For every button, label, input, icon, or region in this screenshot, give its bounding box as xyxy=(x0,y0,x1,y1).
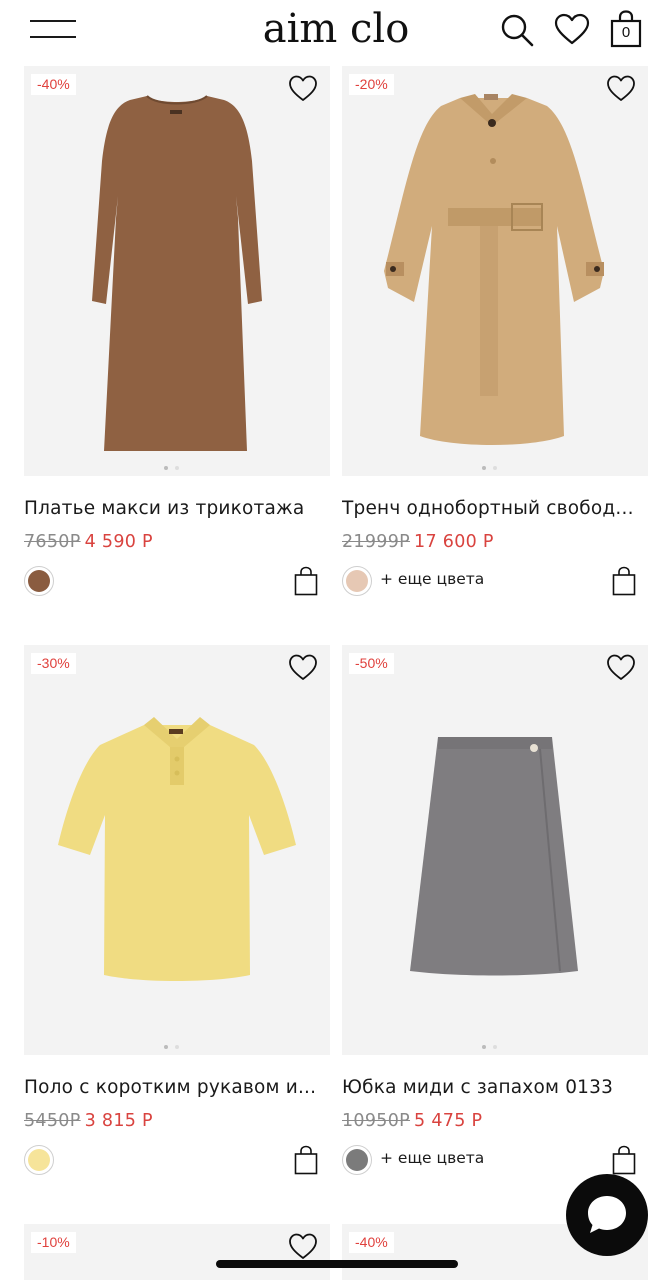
product-title[interactable]: Юбка миди с запахом 0133 xyxy=(342,1077,648,1098)
heart-icon[interactable] xyxy=(288,653,318,681)
image-pagination xyxy=(164,466,190,470)
image-pagination xyxy=(482,1045,508,1049)
dress-illustration xyxy=(92,95,262,451)
add-to-cart-icon[interactable] xyxy=(294,566,318,596)
sale-price: 4 590 Р xyxy=(84,532,153,552)
discount-badge: -40% xyxy=(349,1232,394,1253)
image-pagination xyxy=(482,466,508,470)
add-to-cart-icon[interactable] xyxy=(294,1145,318,1175)
add-to-cart-icon[interactable] xyxy=(612,1145,636,1175)
heart-icon[interactable] xyxy=(554,12,590,48)
product-price: 5450Р 3 815 Р xyxy=(24,1111,153,1131)
color-swatch[interactable] xyxy=(342,566,372,596)
heart-icon[interactable] xyxy=(606,74,636,102)
old-price: 7650Р xyxy=(24,532,81,552)
more-colors-link[interactable]: + еще цвета xyxy=(380,1149,484,1167)
product-image[interactable]: -30% xyxy=(24,645,330,1055)
search-icon[interactable] xyxy=(499,12,535,48)
product-image[interactable]: -50% xyxy=(342,645,648,1055)
old-price: 5450Р xyxy=(24,1111,81,1131)
color-swatch[interactable] xyxy=(24,566,54,596)
app-header: aim clo 0 xyxy=(0,0,672,60)
shopping-bag-icon[interactable]: 0 xyxy=(609,10,645,48)
discount-badge: -20% xyxy=(349,74,394,95)
chat-button[interactable] xyxy=(566,1174,648,1256)
home-indicator xyxy=(216,1260,458,1268)
color-swatch[interactable] xyxy=(342,1145,372,1175)
old-price: 10950Р xyxy=(342,1111,411,1131)
old-price: 21999Р xyxy=(342,532,411,552)
cart-count: 0 xyxy=(621,24,631,41)
product-image[interactable]: -40% xyxy=(24,66,330,476)
color-swatch[interactable] xyxy=(24,1145,54,1175)
chat-bubble-icon xyxy=(588,1196,626,1233)
polo-illustration xyxy=(58,717,296,981)
discount-badge: -30% xyxy=(31,653,76,674)
heart-icon[interactable] xyxy=(606,653,636,681)
trench-illustration xyxy=(384,94,604,445)
product-price: 7650Р 4 590 Р xyxy=(24,532,153,552)
sale-price: 3 815 Р xyxy=(84,1111,153,1131)
heart-icon[interactable] xyxy=(288,1232,318,1260)
product-title[interactable]: Поло с коротким рукавом и... xyxy=(24,1077,330,1098)
more-colors-link[interactable]: + еще цвета xyxy=(380,570,484,588)
sale-price: 17 600 Р xyxy=(414,532,494,552)
skirt-illustration xyxy=(410,737,578,976)
product-title[interactable]: Платье макси из трикотажа xyxy=(24,498,330,519)
heart-icon[interactable] xyxy=(288,74,318,102)
discount-badge: -10% xyxy=(31,1232,76,1253)
sale-price: 5 475 Р xyxy=(414,1111,483,1131)
discount-badge: -50% xyxy=(349,653,394,674)
product-title[interactable]: Тренч однобортный свобод... xyxy=(342,498,648,519)
add-to-cart-icon[interactable] xyxy=(612,566,636,596)
product-image[interactable]: -10% xyxy=(24,1224,330,1280)
discount-badge: -40% xyxy=(31,74,76,95)
product-price: 21999Р 17 600 Р xyxy=(342,532,494,552)
product-image[interactable]: -20% xyxy=(342,66,648,476)
image-pagination xyxy=(164,1045,190,1049)
product-price: 10950Р 5 475 Р xyxy=(342,1111,482,1131)
